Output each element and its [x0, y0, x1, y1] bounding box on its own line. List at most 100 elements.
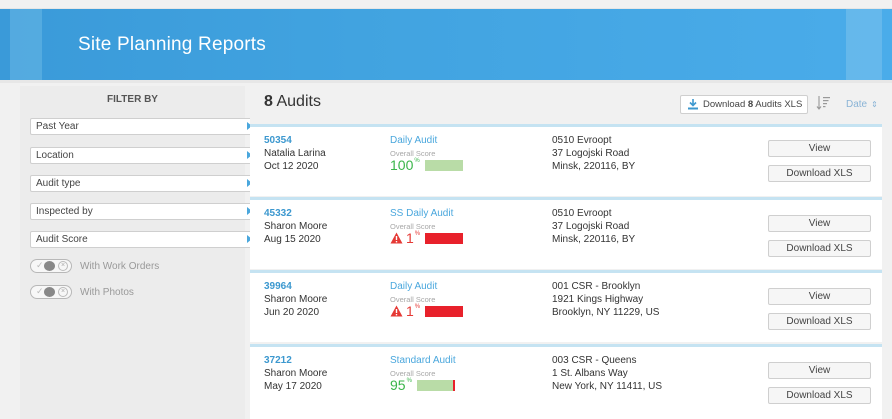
score-number: 1: [406, 303, 414, 319]
audit-id-link[interactable]: 45332: [264, 208, 292, 219]
percent-sign: %: [414, 158, 420, 164]
score-bar: [425, 232, 464, 244]
filter-audit-type[interactable]: Audit type: [30, 175, 260, 192]
filter-label: Inspected by: [36, 206, 93, 217]
percent-sign: %: [414, 231, 421, 237]
address-line-3: Brooklyn, NY 11229, US: [552, 307, 660, 318]
view-button[interactable]: View: [768, 288, 871, 305]
address-line-3: Minsk, 220116, BY: [552, 161, 636, 172]
score-bar: [416, 379, 455, 391]
download-xls-button[interactable]: Download XLS: [768, 240, 871, 257]
view-button[interactable]: View: [768, 140, 871, 157]
download-xls-button[interactable]: Download XLS: [768, 387, 871, 404]
view-button[interactable]: View: [768, 215, 871, 232]
download-all-button[interactable]: Download 8 Audits XLS: [680, 95, 808, 114]
audit-inspector: Sharon Moore: [264, 294, 328, 305]
score-number: 95: [390, 377, 406, 393]
address-line-1: 0510 Evroopt: [552, 135, 612, 146]
audits-count: 8 Audits: [264, 93, 321, 111]
audit-id-link[interactable]: 39964: [264, 281, 292, 292]
score-bar: [425, 305, 464, 317]
close-icon: ×: [58, 287, 68, 297]
address-line-1: 003 CSR - Queens: [552, 355, 637, 366]
overall-score: 1%: [390, 230, 464, 246]
download-all-suffix: Audits XLS: [753, 99, 803, 110]
percent-sign: %: [406, 378, 412, 384]
audit-card: 39964 Sharon Moore Jun 20 2020 Daily Aud…: [250, 270, 882, 342]
filter-audit-score[interactable]: Audit Score: [30, 231, 260, 248]
score-value: 1%: [406, 230, 420, 246]
audit-id-link[interactable]: 50354: [264, 135, 292, 146]
audit-type: Daily Audit: [390, 135, 438, 146]
address-line-3: New York, NY 11411, US: [552, 381, 663, 392]
score-bar: [424, 159, 463, 171]
work-orders-toggle[interactable]: ✓ ×: [30, 259, 72, 273]
check-icon: ✓: [36, 260, 44, 270]
toggle-knob: [44, 287, 55, 297]
audit-inspector: Sharon Moore: [264, 221, 328, 232]
filter-title: FILTER BY: [107, 94, 158, 105]
address-line-2: 37 Logojski Road: [552, 148, 630, 159]
audit-card: 37212 Sharon Moore May 17 2020 Standard …: [250, 344, 882, 419]
warning-icon: [390, 232, 403, 244]
audits-count-label: Audits: [272, 93, 321, 110]
overall-score: 95%: [390, 377, 455, 393]
download-xls-button[interactable]: Download XLS: [768, 313, 871, 330]
close-icon: ×: [58, 261, 68, 271]
score-value: 100%: [390, 157, 420, 173]
page-header: Site Planning Reports: [0, 8, 892, 81]
address-line-1: 001 CSR - Brooklyn: [552, 281, 641, 292]
audits-count-number: 8: [264, 93, 273, 110]
photos-toggle[interactable]: ✓ ×: [30, 285, 72, 299]
audit-date: Aug 15 2020: [264, 234, 321, 245]
header-decoration-left: [10, 9, 42, 81]
filter-label: Audit Score: [36, 234, 88, 245]
header-decoration-right: [846, 9, 882, 81]
toggle-row-work-orders: ✓ × With Work Orders: [30, 258, 159, 274]
audit-date: May 17 2020: [264, 381, 322, 392]
filter-sidebar: FILTER BY Past Year Location Audit type …: [20, 86, 260, 419]
filter-label: Past Year: [36, 121, 79, 132]
download-icon: [688, 99, 698, 110]
address-line-1: 0510 Evroopt: [552, 208, 612, 219]
sort-arrows-icon: ⇕: [871, 100, 878, 109]
header-divider: [0, 80, 892, 83]
audit-id-link[interactable]: 37212: [264, 355, 292, 366]
filter-label: Audit type: [36, 178, 81, 189]
check-icon: ✓: [36, 286, 44, 296]
toggle-label: With Work Orders: [80, 260, 160, 272]
download-xls-button[interactable]: Download XLS: [768, 165, 871, 182]
warning-icon: [390, 305, 403, 317]
score-value: 1%: [406, 303, 420, 319]
toggle-knob: [44, 261, 55, 271]
filter-label: Location: [36, 150, 74, 161]
audit-card: 45332 Sharon Moore Aug 15 2020 SS Daily …: [250, 197, 882, 269]
audit-inspector: Sharon Moore: [264, 368, 328, 379]
score-number: 100: [390, 157, 414, 173]
overall-score: 100%: [390, 157, 463, 173]
address-line-2: 1 St. Albans Way: [552, 368, 628, 379]
view-button[interactable]: View: [768, 362, 871, 379]
audit-date: Oct 12 2020: [264, 161, 319, 172]
audit-date: Jun 20 2020: [264, 307, 320, 318]
filter-location[interactable]: Location: [30, 147, 260, 164]
toggle-row-photos: ✓ × With Photos: [30, 284, 134, 300]
filter-past-year[interactable]: Past Year: [30, 118, 260, 135]
toggle-label: With Photos: [80, 286, 134, 298]
audit-inspector: Natalia Larina: [264, 148, 326, 159]
percent-sign: %: [414, 304, 421, 310]
sort-label: Date: [846, 99, 868, 110]
audit-type: Daily Audit: [390, 281, 438, 292]
filter-inspected-by[interactable]: Inspected by: [30, 203, 260, 220]
address-line-2: 1921 Kings Highway: [552, 294, 644, 305]
audits-panel: 8 Audits Download 8 Audits XLS Date ⇕ 503…: [250, 86, 882, 419]
score-bar-fill: [416, 379, 454, 391]
sort-select[interactable]: Date ⇕: [846, 99, 878, 110]
address-line-2: 37 Logojski Road: [552, 221, 630, 232]
overall-score: 1%: [390, 303, 464, 319]
audit-type: Standard Audit: [390, 355, 456, 366]
audit-card: 50354 Natalia Larina Oct 12 2020 Daily A…: [250, 124, 882, 196]
page-title: Site Planning Reports: [78, 34, 266, 55]
sort-icon[interactable]: [816, 95, 830, 111]
score-value: 95%: [390, 377, 412, 393]
